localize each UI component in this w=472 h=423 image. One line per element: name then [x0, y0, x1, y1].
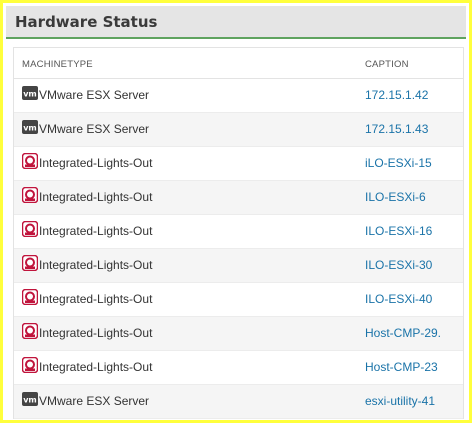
- machinetype-cell: Integrated-Lights-Out: [39, 258, 153, 272]
- machinetype-cell: Integrated-Lights-Out: [39, 360, 153, 374]
- vmware-icon: vm: [22, 119, 38, 135]
- hardware-table: MACHINETYPE CAPTION vm VMware ESX Server 1…: [13, 47, 464, 419]
- ilo-icon: [21, 288, 39, 306]
- column-header-caption[interactable]: CAPTION: [365, 59, 409, 70]
- machinetype-cell: Integrated-Lights-Out: [39, 190, 153, 204]
- table-row[interactable]: vm VMware ESX Server 172.15.1.42: [14, 79, 463, 113]
- caption-link[interactable]: Host-CMP-29.: [365, 326, 441, 340]
- ilo-icon: [21, 356, 39, 374]
- table-row[interactable]: Integrated-Lights-Out Host-CMP-23: [14, 351, 463, 385]
- caption-link[interactable]: ILO-ESXi-16: [365, 224, 432, 238]
- table-row[interactable]: Integrated-Lights-Out iLO-ESXi-15: [14, 147, 463, 181]
- caption-link[interactable]: esxi-utility-41: [365, 394, 435, 408]
- machinetype-cell: Integrated-Lights-Out: [39, 292, 153, 306]
- machinetype-cell: Integrated-Lights-Out: [39, 326, 153, 340]
- table-row[interactable]: Integrated-Lights-Out ILO-ESXi-16: [14, 215, 463, 249]
- column-header-machinetype[interactable]: MACHINETYPE: [22, 59, 93, 70]
- table-row[interactable]: Integrated-Lights-Out Host-CMP-29.: [14, 317, 463, 351]
- vmware-icon: vm: [22, 85, 38, 101]
- ilo-icon: [21, 152, 39, 170]
- hardware-status-panel: Hardware Status MACHINETYPE CAPTION vm VM…: [0, 0, 472, 423]
- table-row[interactable]: Integrated-Lights-Out ILO-ESXi-40: [14, 283, 463, 317]
- vmware-icon: vm: [22, 391, 38, 407]
- ilo-icon: [21, 186, 39, 204]
- ilo-icon: [21, 254, 39, 272]
- machinetype-cell: Integrated-Lights-Out: [39, 224, 153, 238]
- table-header: MACHINETYPE CAPTION: [14, 48, 463, 79]
- svg-text:vm: vm: [23, 396, 37, 405]
- caption-link[interactable]: ILO-ESXi-30: [365, 258, 432, 272]
- caption-link[interactable]: iLO-ESXi-15: [365, 156, 432, 170]
- panel-header: Hardware Status: [6, 6, 466, 39]
- machinetype-cell: VMware ESX Server: [39, 394, 150, 408]
- ilo-icon: [21, 220, 39, 238]
- caption-link[interactable]: ILO-ESXi-40: [365, 292, 432, 306]
- machinetype-cell: Integrated-Lights-Out: [39, 156, 153, 170]
- table-row[interactable]: vm VMware ESX Server esxi-utility-41: [14, 385, 463, 419]
- machinetype-cell: VMware ESX Server: [39, 122, 150, 136]
- panel-title: Hardware Status: [15, 13, 158, 31]
- svg-text:vm: vm: [23, 124, 37, 133]
- ilo-icon: [21, 322, 39, 340]
- table-row[interactable]: Integrated-Lights-Out ILO-ESXi-30: [14, 249, 463, 283]
- table-row[interactable]: Integrated-Lights-Out ILO-ESXi-6: [14, 181, 463, 215]
- caption-link[interactable]: ILO-ESXi-6: [365, 190, 426, 204]
- table-row[interactable]: vm VMware ESX Server 172.15.1.43: [14, 113, 463, 147]
- caption-link[interactable]: Host-CMP-23: [365, 360, 438, 374]
- svg-text:vm: vm: [23, 90, 37, 99]
- caption-link[interactable]: 172.15.1.42: [365, 88, 428, 102]
- machinetype-cell: VMware ESX Server: [39, 88, 150, 102]
- caption-link[interactable]: 172.15.1.43: [365, 122, 428, 136]
